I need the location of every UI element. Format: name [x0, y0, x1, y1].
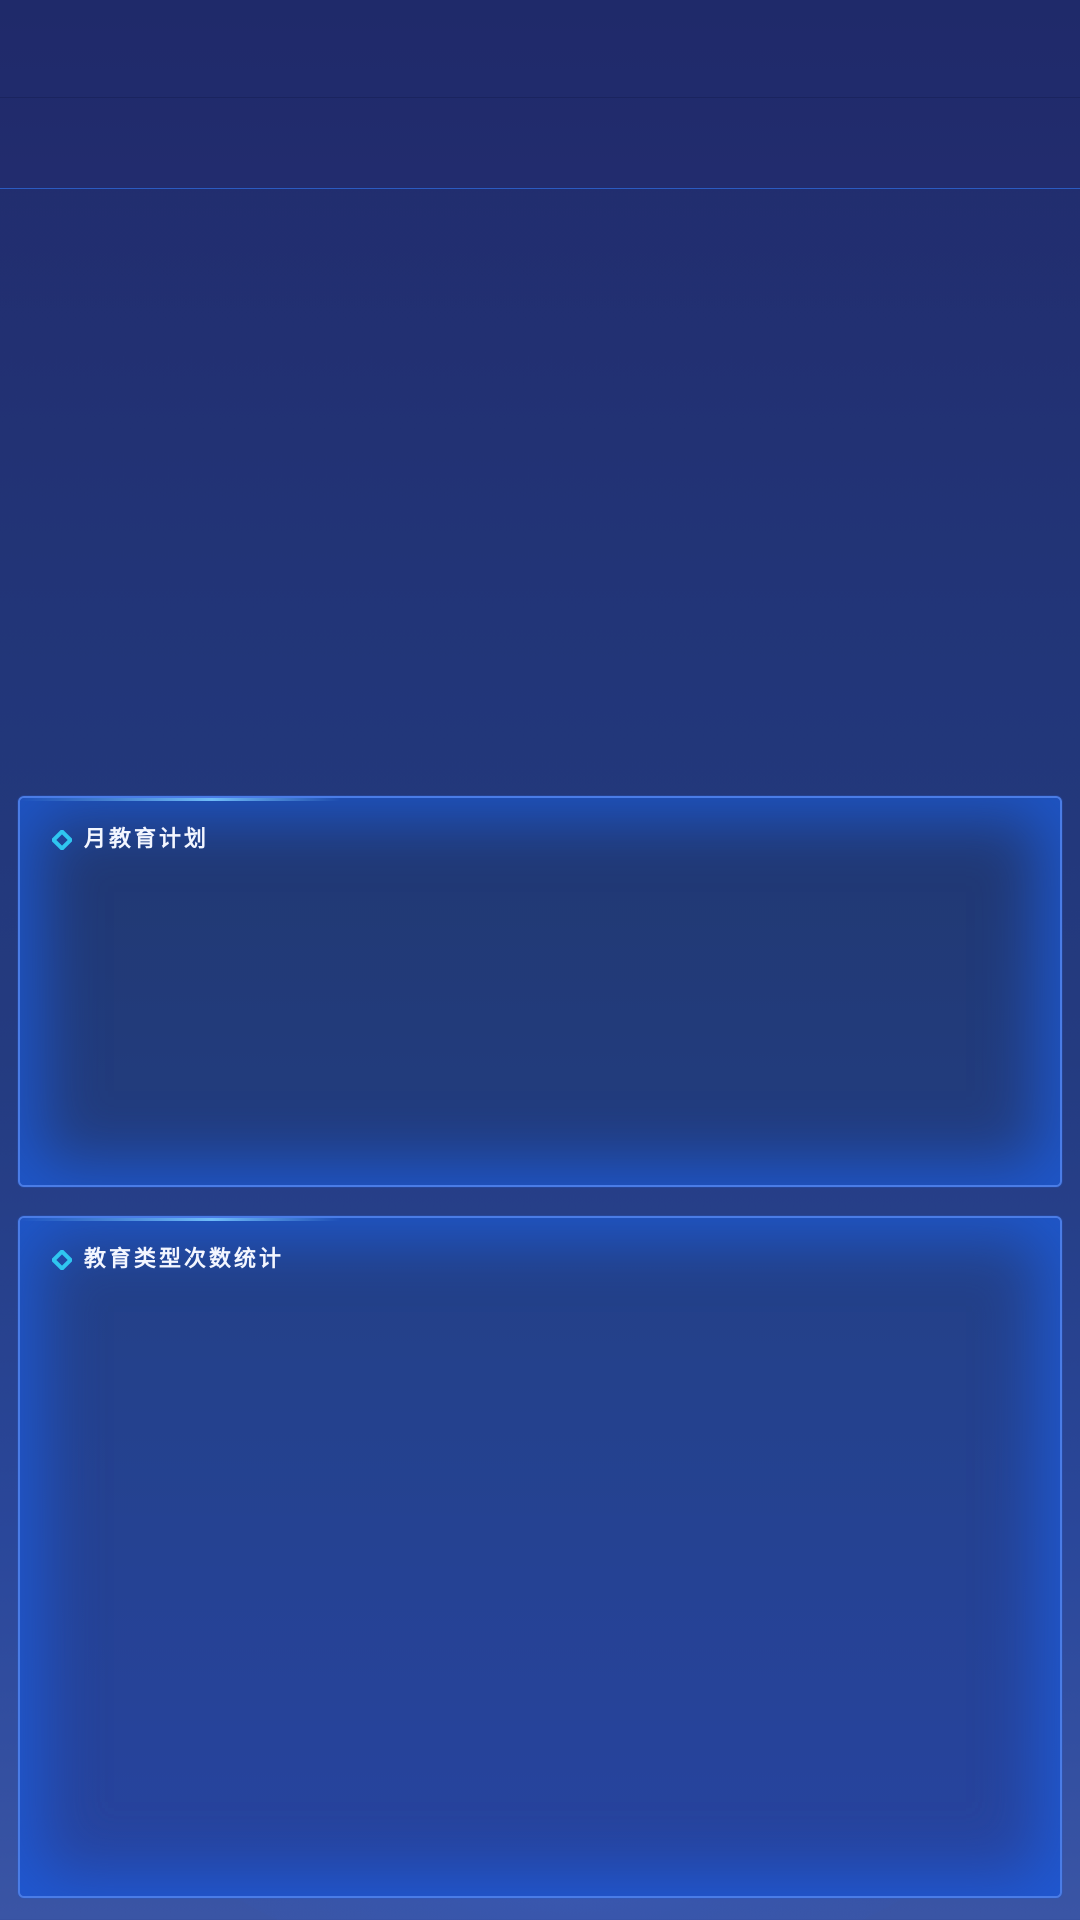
diamond-icon	[52, 1250, 72, 1270]
header-divider	[0, 97, 1080, 98]
panel-title: 月教育计划	[84, 827, 210, 852]
diamond-icon	[52, 830, 72, 850]
monthly-education-plan-panel: 月教育计划	[18, 796, 1062, 1187]
education-type-count-panel: 教育类型次数统计	[18, 1216, 1062, 1898]
panel-title: 教育类型次数统计	[84, 1247, 285, 1272]
panel-header: 教育类型次数统计	[52, 1248, 284, 1272]
top-header-bar	[0, 0, 1080, 189]
panel-header: 月教育计划	[52, 828, 209, 852]
